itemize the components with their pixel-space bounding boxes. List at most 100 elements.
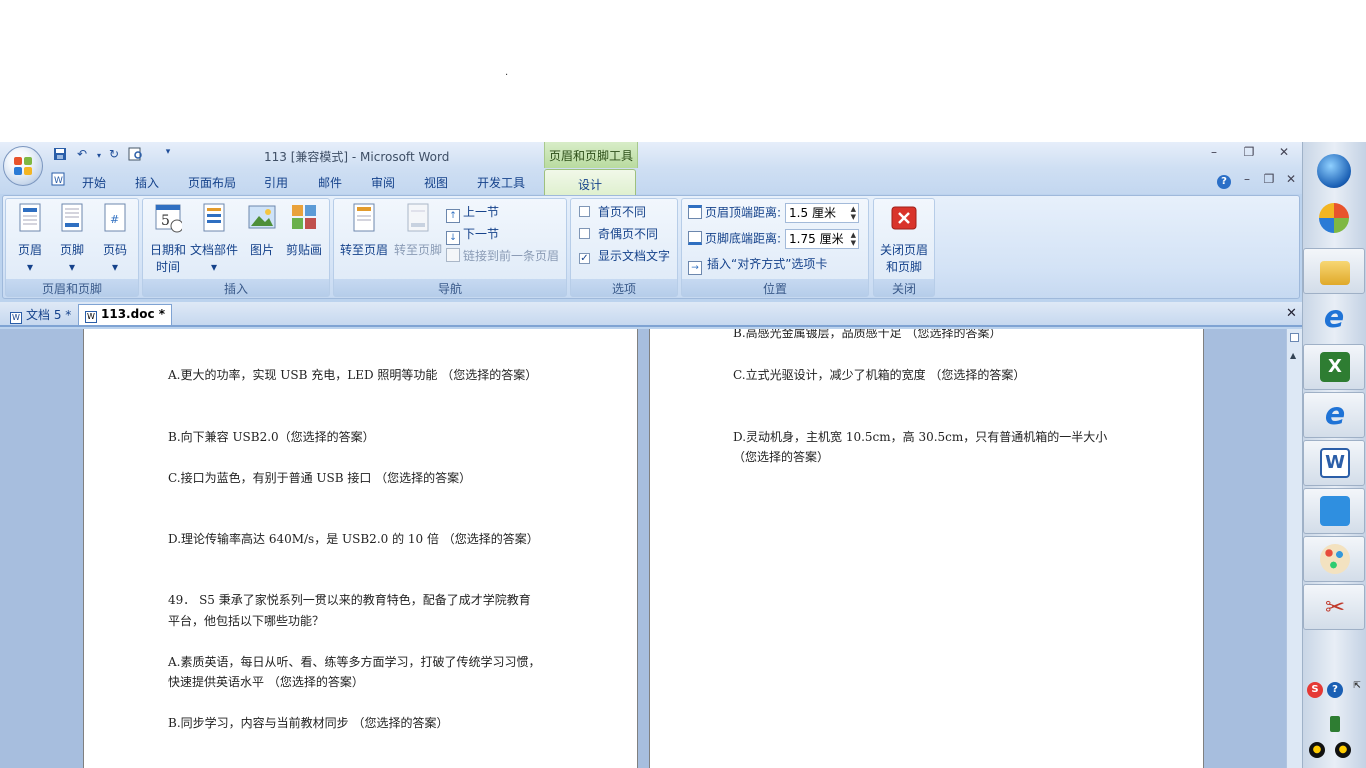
- close-header-footer-label-1: 关闭页眉: [879, 243, 928, 257]
- tab-developer[interactable]: 开发工具: [477, 174, 525, 191]
- close-doc-tab-icon[interactable]: ✕: [1286, 306, 1297, 321]
- header-icon: [19, 203, 41, 232]
- footer-icon: [61, 203, 83, 232]
- group-insert: 5 日期和 时间 文档部件 ▾ 图片 剪贴画 插入: [142, 198, 330, 297]
- close-button[interactable]: ✕: [1273, 145, 1295, 163]
- different-odd-even-checkbox[interactable]: 奇偶页不同: [579, 225, 658, 243]
- clip-art-button[interactable]: 剪贴画: [283, 203, 325, 259]
- taskbar-explorer[interactable]: [1303, 248, 1365, 294]
- help-icon[interactable]: ?: [1217, 175, 1231, 189]
- tab-home[interactable]: 开始: [82, 174, 106, 191]
- different-first-page-checkbox[interactable]: 首页不同: [579, 203, 646, 221]
- header-distance-input[interactable]: 1.5 厘米 ▲ ▼: [785, 203, 860, 223]
- paint-palette-icon: [1320, 544, 1350, 574]
- spin-arrows-icon[interactable]: ▲ ▼: [851, 231, 856, 247]
- word-doc-icon: W: [10, 312, 22, 324]
- office-button[interactable]: [3, 146, 43, 186]
- print-preview-icon[interactable]: [128, 147, 144, 163]
- goto-header-button[interactable]: 转至页眉: [338, 203, 390, 259]
- scroll-up-icon[interactable]: ▲: [1290, 351, 1296, 360]
- previous-section-icon: ↑: [446, 209, 460, 223]
- context-tools-label: 页眉和页脚工具: [544, 142, 638, 168]
- group-position: 页眉顶端距离: 1.5 厘米 ▲ ▼ 页脚底端距离: 1.75 厘米 ▲ ▼ → 插入“对齐方…: [681, 198, 869, 297]
- minimize-button[interactable]: –: [1203, 145, 1225, 163]
- vertical-scrollbar[interactable]: ▲: [1286, 329, 1302, 768]
- left-line-9: B.同步学习，内容与当前教材同步 （您选择的答案）: [168, 716, 449, 730]
- insert-alignment-tab-button[interactable]: → 插入“对齐方式”选项卡: [688, 255, 827, 275]
- right-line-3: D.灵动机身，主机宽 10.5cm，高 30.5cm，只有普通机箱的一半大小: [733, 430, 1108, 444]
- page-left[interactable]: A.更大的功率，实现 USB 充电，LED 照明等功能 （您选择的答案） B.向…: [83, 329, 638, 768]
- left-line-8: 快速提供英语水平 （您选择的答案）: [168, 675, 364, 689]
- restore-button[interactable]: ❐: [1238, 145, 1260, 163]
- taskbar-word[interactable]: W: [1303, 440, 1365, 486]
- page-number-button[interactable]: # 页码 ▾: [96, 203, 134, 276]
- tab-view[interactable]: 视图: [424, 174, 448, 191]
- doc-tab-1[interactable]: W 文档 5 *: [4, 304, 77, 325]
- word-icon: W: [1320, 448, 1350, 478]
- dropdown-arrow-icon: ▾: [111, 260, 119, 274]
- ribbon: 页眉 ▾ 页脚 ▾ # 页码 ▾ 页眉和页脚 5 日期和 时间 文档部件 ▾ 图…: [2, 195, 1300, 299]
- header-button[interactable]: 页眉 ▾: [12, 203, 48, 276]
- taskbar-app-blue[interactable]: [1303, 488, 1365, 534]
- doc-close-button[interactable]: ✕: [1280, 172, 1302, 190]
- group-navigation: 转至页眉 转至页脚 ↑ 上一节 ↓ 下一节 链接到前一条页眉 导航: [333, 198, 567, 297]
- calendar-icon: 5: [155, 204, 184, 233]
- undo-icon[interactable]: ↶: [74, 147, 90, 163]
- taskbar-excel[interactable]: X: [1303, 344, 1365, 390]
- taskbar-ie-2[interactable]: e: [1303, 392, 1365, 438]
- tab-review[interactable]: 审阅: [371, 174, 395, 191]
- ruler-toggle-icon[interactable]: [1290, 333, 1299, 342]
- goto-footer-label: 转至页脚: [393, 243, 442, 257]
- dropdown-arrow-icon: ▾: [68, 260, 76, 274]
- tray-expand-icon[interactable]: ⇱: [1349, 678, 1365, 694]
- show-document-text-checkbox[interactable]: ✓ 显示文档文字: [579, 247, 670, 265]
- footer-button[interactable]: 页脚 ▾: [54, 203, 90, 276]
- date-time-button[interactable]: 5 日期和 时间: [147, 203, 189, 276]
- help-tray-icon[interactable]: ?: [1327, 682, 1343, 698]
- picture-icon: [248, 205, 276, 229]
- qq-icon[interactable]: ●: [1309, 742, 1325, 758]
- save-icon[interactable]: [52, 147, 68, 163]
- checkbox-unchecked-icon: [579, 228, 590, 239]
- redo-icon[interactable]: ↻: [106, 147, 122, 163]
- close-header-footer-button[interactable]: 关闭页眉 和页脚: [876, 203, 932, 276]
- start-button[interactable]: [1303, 148, 1365, 194]
- close-red-icon: [891, 206, 917, 230]
- taskbar-paint[interactable]: [1303, 536, 1365, 582]
- page-right[interactable]: B.高感光金属镀层，品质感十足 （您选择的答案） C.立式光驱设计，减少了机箱的…: [649, 329, 1204, 768]
- quick-parts-button[interactable]: 文档部件 ▾: [189, 203, 239, 276]
- excel-icon: X: [1320, 352, 1350, 382]
- qat-customize-icon[interactable]: ▾: [160, 147, 176, 163]
- taskbar-ie-1[interactable]: e: [1303, 296, 1365, 342]
- sogou-input-icon[interactable]: S: [1307, 682, 1323, 698]
- doc-minimize-button[interactable]: –: [1236, 172, 1258, 190]
- tab-insert[interactable]: 插入: [135, 174, 159, 191]
- picture-button[interactable]: 图片: [245, 203, 279, 259]
- usb-icon[interactable]: [1330, 716, 1340, 732]
- link-to-previous-button[interactable]: 链接到前一条页眉: [446, 247, 559, 265]
- footer-distance-input[interactable]: 1.75 厘米 ▲ ▼: [785, 229, 860, 249]
- qq-icon-2[interactable]: ●: [1335, 742, 1351, 758]
- spin-arrows-icon[interactable]: ▲ ▼: [851, 205, 856, 221]
- word-doc-icon: W: [85, 311, 97, 323]
- tab-mailings[interactable]: 邮件: [318, 174, 342, 191]
- link-to-previous-label: 链接到前一条页眉: [463, 249, 560, 263]
- goto-footer-button[interactable]: 转至页脚: [392, 203, 444, 259]
- right-line-4: （您选择的答案）: [733, 450, 830, 464]
- taskbar-app-1[interactable]: [1303, 196, 1365, 242]
- checkbox-unchecked-icon: [579, 206, 590, 217]
- undo-dropdown-icon[interactable]: ▾: [91, 151, 107, 167]
- tab-layout[interactable]: 页面布局: [188, 174, 236, 191]
- previous-section-button[interactable]: ↑ 上一节: [446, 203, 499, 223]
- doc-tab-2[interactable]: W 113.doc *: [78, 304, 173, 325]
- taskbar-snipping[interactable]: ✂: [1303, 584, 1365, 630]
- tab-references[interactable]: 引用: [264, 174, 288, 191]
- page-number-label: 页码: [102, 243, 127, 257]
- word-window: ↶ ▾ ↻ ▾ 113 [兼容模式] - Microsoft Word 页眉和页…: [0, 142, 1302, 768]
- different-odd-even-label: 奇偶页不同: [598, 227, 659, 241]
- tab-design[interactable]: 设计: [544, 169, 636, 195]
- quick-parts-label: 文档部件: [189, 243, 238, 257]
- group-label-header-footer: 页眉和页脚: [6, 279, 138, 296]
- doc-restore-button[interactable]: ❐: [1258, 172, 1280, 190]
- next-section-button[interactable]: ↓ 下一节: [446, 225, 499, 245]
